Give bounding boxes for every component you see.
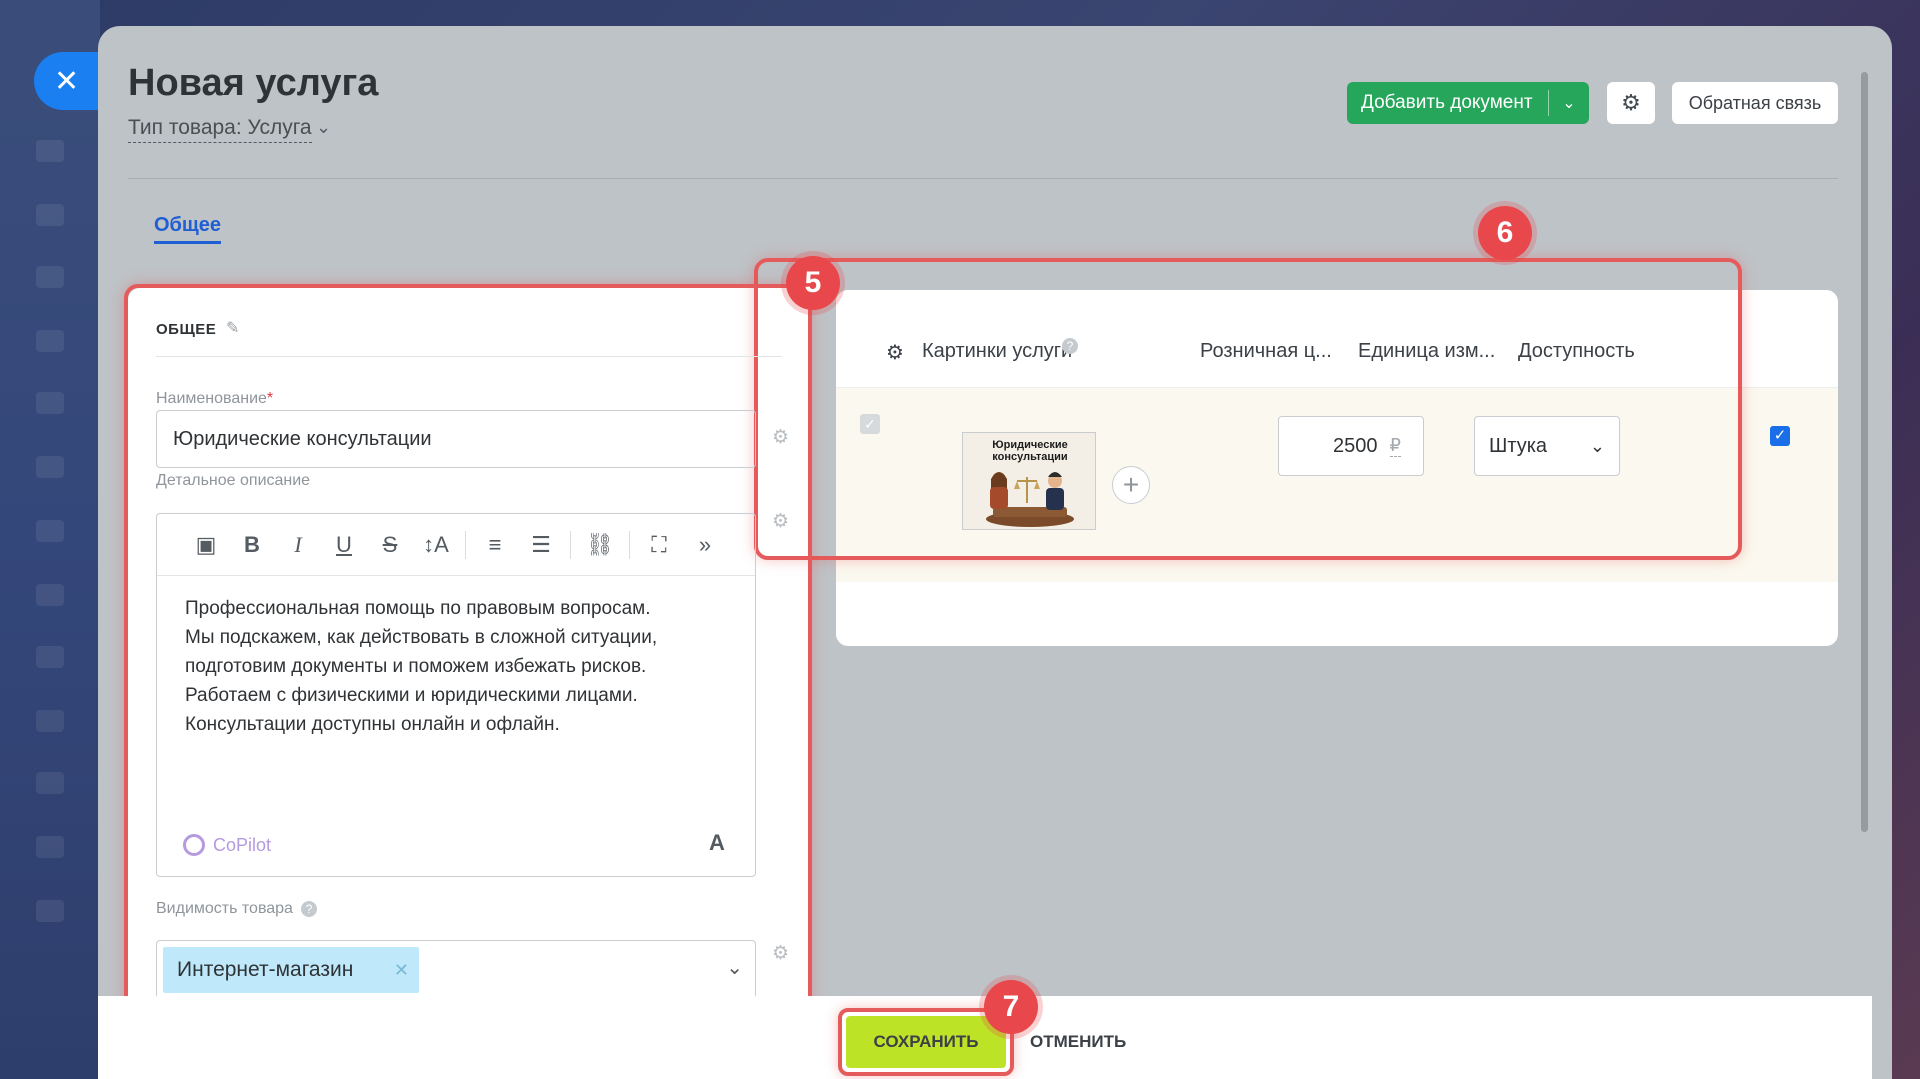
chevron-down-icon[interactable]: ⌄ [726, 955, 743, 980]
description-line: Профессиональная помощь по правовым вопр… [185, 598, 651, 619]
column-header-unit[interactable]: Единица изм... [1358, 340, 1495, 363]
annotation-badge-5: 5 [786, 256, 840, 310]
sidebar-icon [36, 330, 64, 352]
price-value: 2500 [1333, 434, 1378, 457]
close-icon: ✕ [54, 64, 80, 98]
product-type-selector[interactable]: Тип товара: Услуга [128, 116, 312, 143]
visibility-select[interactable]: Интернет-магазин ✕ ⌄ [156, 940, 756, 1000]
tab-general[interactable]: Общее [154, 214, 222, 244]
scrollbar[interactable] [1861, 72, 1868, 832]
gear-icon: ⚙ [1621, 90, 1641, 115]
required-asterisk: * [266, 390, 274, 407]
visibility-field-label: Видимость товара? [156, 900, 317, 918]
availability-checkbox[interactable]: ✓ [1770, 426, 1790, 446]
section-title: ОБЩЕЕ [156, 321, 217, 338]
sidebar-icon [36, 710, 64, 732]
section-divider [156, 356, 782, 357]
plus-icon: + [1122, 469, 1140, 500]
editor-toolbar: ▣ B I U S ↕A ≡ ☰ ⛓ ⛶ » [157, 514, 755, 576]
visibility-chip: Интернет-магазин ✕ [163, 947, 419, 993]
underline-icon[interactable]: U [321, 532, 367, 558]
left-sidebar-background [0, 0, 100, 1079]
sidebar-icon [36, 456, 64, 478]
close-slider-button[interactable]: ✕ [34, 52, 98, 110]
product-grid-card: ⚙ Картинки услуги ? Розничная ц... Едини… [836, 290, 1838, 646]
bold-icon[interactable]: B [229, 532, 275, 558]
add-document-button[interactable]: Добавить документ ⌄ [1347, 82, 1589, 124]
retail-price-input[interactable]: 2500 ₽ [1278, 416, 1424, 476]
description-line: Мы подскажем, как действовать в сложной … [185, 627, 658, 648]
cancel-button[interactable]: ОТМЕНИТЬ [1030, 1032, 1126, 1052]
copilot-label: CoPilot [213, 834, 272, 855]
field-settings-gear-icon[interactable]: ⚙ [772, 942, 789, 965]
service-image-thumbnail[interactable]: Юридические консультации [962, 432, 1096, 530]
bulleted-list-icon[interactable]: ☰ [518, 532, 564, 558]
consultation-illustration [986, 472, 1074, 527]
add-image-button[interactable]: + [1112, 466, 1150, 504]
currency-selector[interactable]: ₽ [1389, 435, 1401, 457]
chevron-down-icon[interactable]: ⌄ [316, 117, 331, 138]
settings-button[interactable]: ⚙ [1607, 82, 1655, 124]
description-line: подготовим документы и поможем избежать … [185, 656, 647, 677]
sidebar-icon [36, 520, 64, 542]
help-icon[interactable]: ? [300, 900, 317, 917]
italic-icon[interactable]: I [275, 532, 321, 558]
save-button[interactable]: СОХРАНИТЬ [846, 1016, 1006, 1068]
unit-select[interactable]: Штука ⌄ [1474, 416, 1620, 476]
visibility-label-text: Видимость товара [156, 900, 293, 917]
copilot-icon [183, 834, 205, 856]
grid-header: ⚙ Картинки услуги ? Розничная ц... Едини… [836, 290, 1838, 388]
numbered-list-icon[interactable]: ≡ [472, 532, 518, 558]
toolbar-divider [570, 530, 571, 559]
description-line: Консультации доступны онлайн и офлайн. [185, 714, 560, 735]
sidebar-icon [36, 836, 64, 858]
annotation-badge-6: 6 [1478, 206, 1532, 260]
description-text[interactable]: Профессиональная помощь по правовым вопр… [185, 594, 745, 739]
sidebar-icon [36, 392, 64, 414]
toolbar-divider [629, 530, 630, 559]
toolbar-divider [465, 530, 466, 559]
sidebar-icon [36, 140, 64, 162]
chip-label: Интернет-магазин [177, 958, 354, 981]
sidebar-icon [36, 772, 64, 794]
strikethrough-icon[interactable]: S [367, 532, 413, 558]
field-settings-gear-icon[interactable]: ⚙ [772, 510, 789, 533]
fullscreen-icon[interactable]: ⛶ [636, 532, 682, 558]
media-icon[interactable]: ▣ [183, 532, 229, 558]
help-icon[interactable]: ? [1062, 338, 1078, 354]
add-document-label: Добавить документ [1361, 92, 1533, 113]
column-header-price[interactable]: Розничная ц... [1200, 340, 1332, 363]
name-field-label: Наименование* [156, 390, 273, 408]
sidebar-icon [36, 204, 64, 226]
remove-chip-icon[interactable]: ✕ [394, 960, 409, 981]
text-format-button[interactable]: A [709, 830, 725, 856]
link-icon[interactable]: ⛓ [577, 532, 623, 558]
page-title: Новая услуга [128, 62, 379, 104]
sidebar-icon [36, 584, 64, 606]
chevron-down-icon: ⌄ [1589, 435, 1605, 456]
name-input[interactable]: Юридические консультации [156, 410, 756, 468]
header-divider [128, 178, 1838, 179]
sidebar-icon [36, 900, 64, 922]
field-settings-gear-icon[interactable]: ⚙ [772, 426, 789, 449]
annotation-badge-7: 7 [984, 980, 1038, 1034]
feedback-button[interactable]: Обратная связь [1672, 82, 1838, 124]
column-header-availability[interactable]: Доступность [1518, 340, 1635, 363]
row-select-checkbox[interactable]: ✓ [860, 414, 880, 434]
name-label-text: Наименование [156, 390, 267, 407]
more-chevron-icon[interactable]: » [682, 532, 728, 558]
chevron-down-icon[interactable]: ⌄ [1549, 93, 1589, 113]
grid-settings-icon[interactable]: ⚙ [886, 340, 904, 365]
copilot-button[interactable]: CoPilot [183, 834, 271, 856]
column-header-images[interactable]: Картинки услуги [922, 340, 1072, 363]
description-line: Работаем с физическими и юридическими ли… [185, 685, 638, 706]
sidebar-icon [36, 266, 64, 288]
pencil-icon[interactable]: ✎ [226, 318, 239, 338]
unit-value: Штука [1489, 434, 1548, 457]
font-size-icon[interactable]: ↕A [413, 532, 459, 558]
description-editor[interactable]: ▣ B I U S ↕A ≡ ☰ ⛓ ⛶ » Профессиональная … [156, 513, 756, 877]
sidebar-icon [36, 646, 64, 668]
description-field-label: Детальное описание [156, 472, 311, 489]
